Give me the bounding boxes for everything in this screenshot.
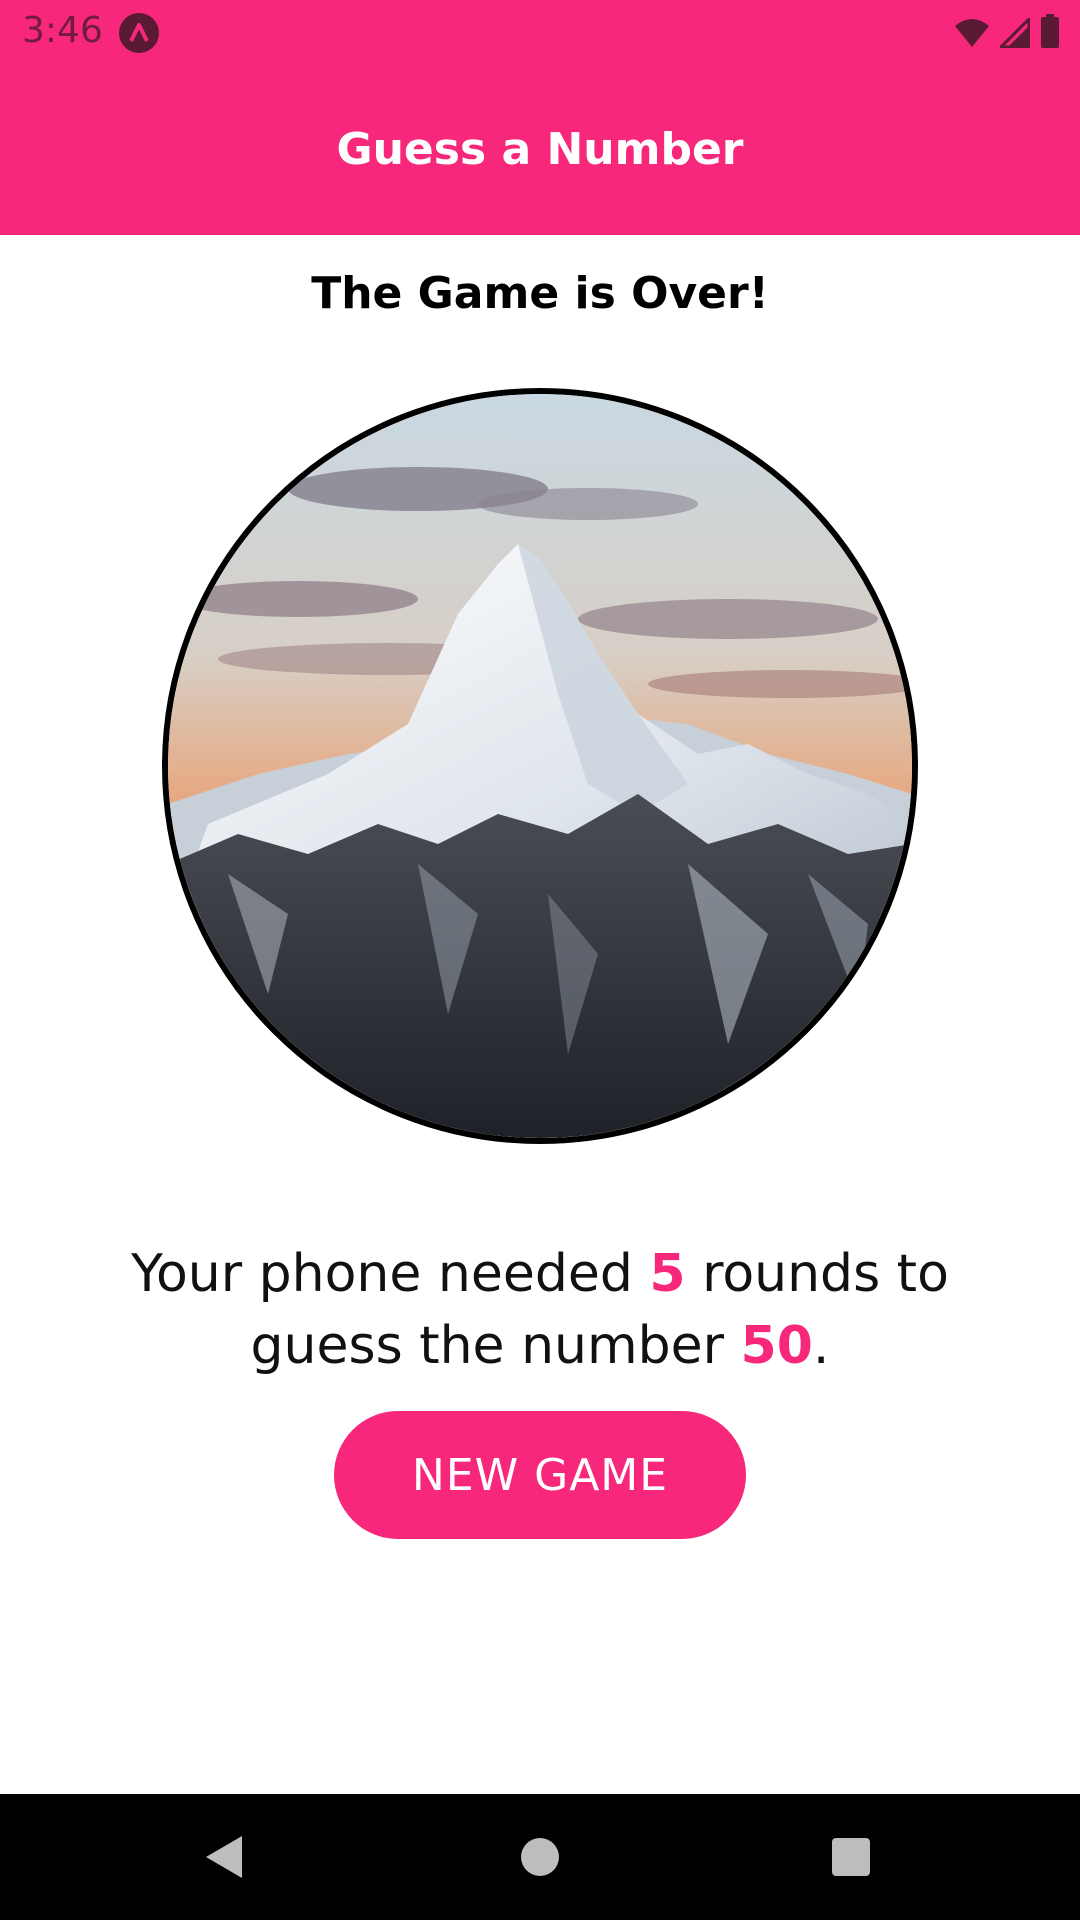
navigation-bar [0, 1794, 1080, 1920]
app-title: Guess a Number [336, 123, 744, 175]
wifi-icon [954, 18, 990, 52]
summary-text-1: Your phone needed [131, 1244, 650, 1304]
recents-icon[interactable] [832, 1838, 870, 1876]
app-bar: Guess a Number [0, 65, 1080, 235]
status-time: 3:46 [22, 10, 103, 51]
guessed-number: 50 [740, 1316, 813, 1376]
status-bar: 3:46 [0, 0, 1080, 65]
status-icons [954, 14, 1060, 52]
rounds-count: 5 [649, 1244, 686, 1304]
page-title: The Game is Over! [311, 268, 769, 319]
back-icon[interactable] [204, 1834, 244, 1884]
react-native-icon [118, 12, 160, 54]
game-summary: Your phone needed 5 rounds to guess the … [80, 1238, 1000, 1382]
cell-signal-icon [997, 15, 1031, 52]
summary-text-3: . [812, 1316, 830, 1376]
game-over-screen: 3:46 Guess a Number The Game is Over! Yo… [0, 0, 1080, 1920]
mountain-summit-image [162, 388, 918, 1144]
home-icon[interactable] [521, 1838, 559, 1876]
new-game-button[interactable]: NEW GAME [334, 1411, 746, 1539]
battery-icon [1040, 14, 1060, 52]
